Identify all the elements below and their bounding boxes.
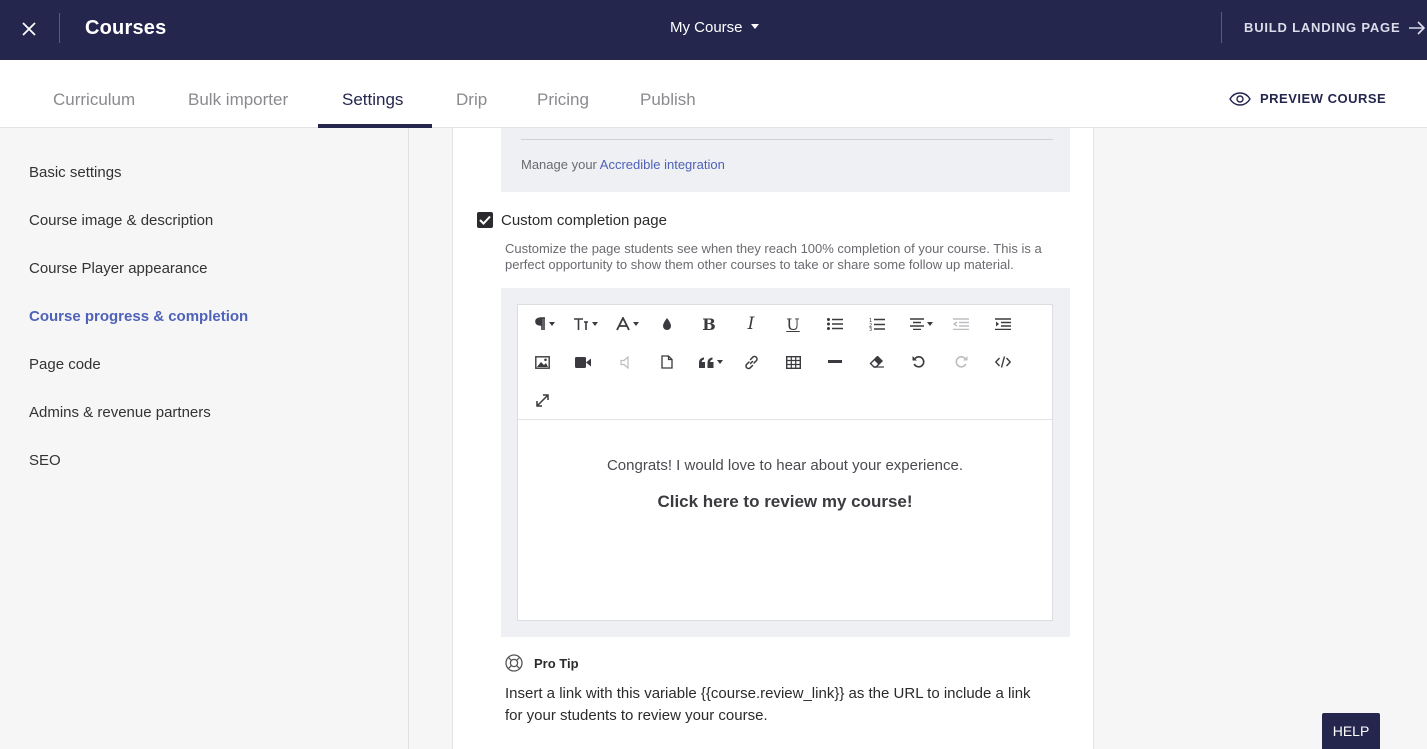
undo-icon[interactable] [904,349,934,375]
build-landing-page-button[interactable]: BUILD LANDING PAGE [1244,20,1426,35]
insert-image-icon[interactable] [527,349,557,375]
sidebar-item-seo[interactable]: SEO [29,452,61,469]
editor-text-line: Congrats! I would love to hear about you… [606,457,964,474]
divider [59,13,60,43]
insert-video-icon[interactable] [568,349,598,375]
sidebar-item-progress-completion[interactable]: Course progress & completion [29,308,248,325]
code-view-icon[interactable] [988,349,1018,375]
editor-content[interactable]: Congrats! I would love to hear about you… [518,421,1052,620]
checkmark-icon [479,215,491,225]
top-bar: Courses My Course BUILD LANDING PAGE [0,0,1427,60]
accredible-integration-link[interactable]: Accredible integration [600,157,725,172]
divider [1221,12,1222,43]
svg-text:3: 3 [869,327,872,331]
chevron-down-icon [750,24,759,29]
custom-completion-checkbox[interactable] [477,212,493,228]
tab-settings[interactable]: Settings [342,90,403,110]
sidebar-item-player-appearance[interactable]: Course Player appearance [29,260,207,277]
font-size-icon[interactable] [568,311,602,337]
table-icon[interactable] [778,349,808,375]
sidebar-item-admins[interactable]: Admins & revenue partners [29,404,211,421]
indent-icon[interactable] [988,311,1018,337]
course-selector[interactable]: My Course [670,19,759,36]
tab-curriculum[interactable]: Curriculum [53,90,135,110]
accredible-box: Manage your Accredible integration [501,128,1070,192]
eye-icon [1229,91,1251,106]
fullscreen-icon[interactable] [527,387,557,413]
editor-toolbar: B I U 123 [518,305,1052,420]
clear-formatting-icon[interactable] [862,349,892,375]
sidebar-item-course-image[interactable]: Course image & description [29,212,213,229]
sidebar-item-basic-settings[interactable]: Basic settings [29,164,122,181]
sidebar-item-page-code[interactable]: Page code [29,356,101,373]
numbered-list-icon[interactable]: 123 [862,311,892,337]
align-icon[interactable] [904,311,938,337]
quote-icon[interactable] [694,349,728,375]
insert-audio-icon[interactable] [610,349,640,375]
course-selector-label: My Course [670,19,743,36]
link-icon[interactable] [736,349,766,375]
tab-drip[interactable]: Drip [456,90,487,110]
underline-icon[interactable]: U [778,311,808,337]
rich-text-editor: B I U 123 Congrats! I would love to hear… [517,304,1053,621]
custom-completion-description: Customize the page students see when the… [505,241,1042,272]
tab-pricing[interactable]: Pricing [537,90,589,110]
font-family-icon[interactable] [610,311,644,337]
arrow-right-icon [1409,20,1426,35]
accredible-prefix: Manage your [521,157,600,172]
preview-course-label: PREVIEW COURSE [1260,91,1387,106]
build-landing-page-label: BUILD LANDING PAGE [1244,20,1401,35]
italic-icon[interactable]: I [736,311,766,337]
lifebuoy-icon [505,654,523,672]
paragraph-format-icon[interactable] [527,311,561,337]
settings-panel: Manage your Accredible integration Custo… [452,128,1094,749]
custom-completion-label[interactable]: Custom completion page [501,212,667,229]
tab-bulk-importer[interactable]: Bulk importer [188,90,288,110]
text-color-icon[interactable] [652,311,682,337]
settings-sidebar: Basic settings Course image & descriptio… [0,128,409,749]
preview-course-button[interactable]: PREVIEW COURSE [1229,91,1386,106]
horizontal-line-icon[interactable] [820,349,850,375]
divider [521,139,1053,140]
tab-publish[interactable]: Publish [640,90,696,110]
bold-icon[interactable]: B [694,311,724,337]
review-course-link[interactable]: Click here to review my course! [518,492,1052,512]
redo-icon[interactable] [946,349,976,375]
pro-tip-label: Pro Tip [534,656,579,671]
close-icon[interactable] [14,14,44,44]
pro-tip-text: Insert a link with this variable {{cours… [505,685,1031,724]
tabs-bar: Curriculum Bulk importer Settings Drip P… [0,60,1427,128]
bullet-list-icon[interactable] [820,311,850,337]
page-title: Courses [85,17,167,39]
outdent-icon[interactable] [946,311,976,337]
editor-container: B I U 123 Congrats! I would love to hear… [501,288,1070,637]
insert-file-icon[interactable] [652,349,682,375]
help-button[interactable]: HELP [1322,713,1380,749]
accredible-text: Manage your Accredible integration [521,157,725,172]
